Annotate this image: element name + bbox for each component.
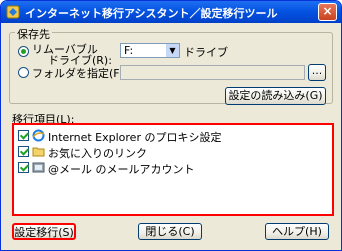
- item-checkbox[interactable]: [18, 162, 29, 173]
- item-checkbox[interactable]: [18, 146, 29, 157]
- item-label: お気に入りのリンク: [48, 147, 147, 160]
- app-icon: [6, 5, 20, 19]
- ie-icon: [32, 129, 45, 142]
- drive-suffix-label: ドライブ: [184, 46, 228, 59]
- item-label: Internet Explorer のプロキシ設定: [48, 131, 222, 144]
- removable-drive-radio[interactable]: [18, 46, 29, 57]
- folder-label: フォルダを指定(F):: [32, 67, 128, 80]
- close-window-button[interactable]: ×: [318, 3, 337, 21]
- destination-legend: 保存先: [15, 26, 52, 42]
- close-button[interactable]: 閉じる(C): [138, 223, 202, 240]
- migrate-button[interactable]: 設定移行(S): [12, 223, 76, 240]
- folder-path-field[interactable]: [120, 65, 305, 80]
- load-settings-button[interactable]: 設定の読み込み(G): [225, 87, 326, 105]
- help-button[interactable]: ヘルプ(H): [265, 223, 329, 240]
- items-list[interactable]: Internet Explorer のプロキシ設定 お気に入りのリンク @メール…: [12, 123, 334, 216]
- folder-icon: [32, 147, 45, 157]
- chevron-down-icon[interactable]: ▼: [166, 44, 179, 57]
- title-bar[interactable]: インターネット移行アシスタント／設定移行ツール ×: [1, 1, 341, 23]
- item-checkbox[interactable]: [18, 130, 29, 141]
- drive-select-value: F:: [124, 44, 134, 57]
- mail-icon: [32, 162, 45, 173]
- drive-select[interactable]: F: ▼: [120, 43, 180, 58]
- dialog-window: インターネット移行アシスタント／設定移行ツール × 保存先 リムーバブル ドライ…: [0, 0, 342, 251]
- item-label: @メール のメールアカウント: [48, 163, 195, 176]
- folder-radio[interactable]: [18, 67, 29, 78]
- window-title: インターネット移行アシスタント／設定移行ツール: [25, 7, 278, 20]
- browse-button[interactable]: ...: [308, 64, 326, 81]
